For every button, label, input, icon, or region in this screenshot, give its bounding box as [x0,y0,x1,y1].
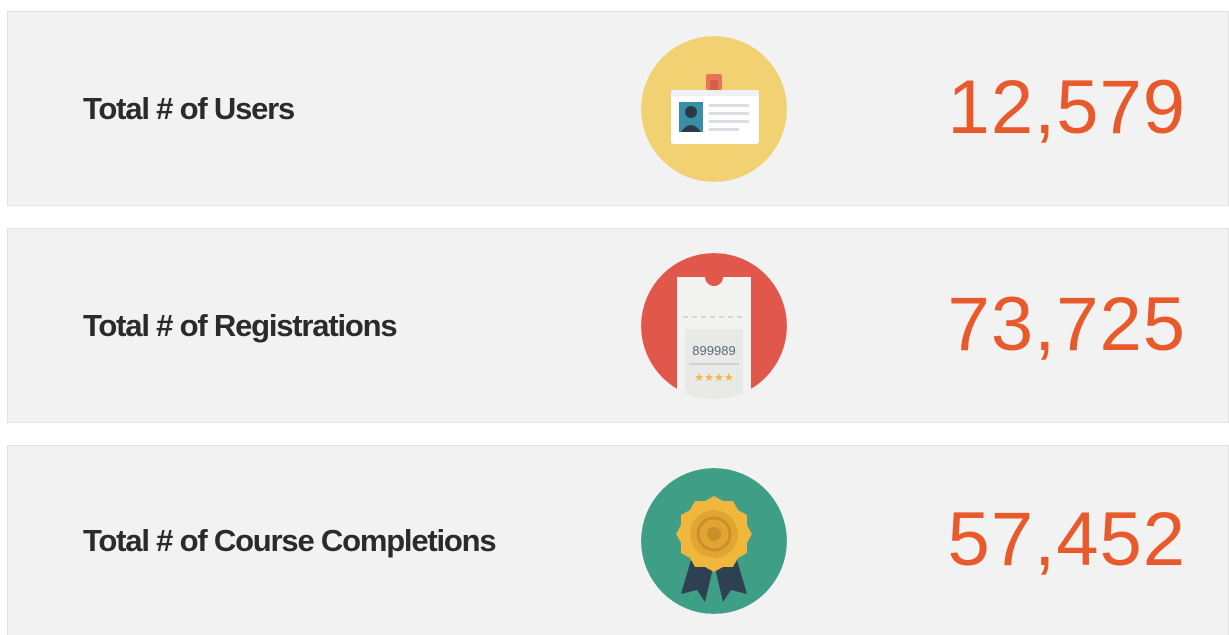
stat-label-registrations: Total # of Registrations [83,307,398,343]
stat-card-registrations: Total # of Registrations 899989 ★★★★ 73,… [7,228,1229,423]
stat-value-users: 12,579 [947,64,1186,150]
stat-card-users: Total # of Users 12,579 [7,11,1229,206]
stat-value-completions: 57,452 [947,496,1186,582]
stat-value-registrations: 73,725 [947,281,1186,367]
stat-label-users: Total # of Users [83,90,295,126]
stats-panel: Total # of Users 12,579 Total # of Regis… [0,0,1229,635]
stat-label-completions: Total # of Course Completions [83,522,497,558]
ticket-icon: 899989 ★★★★ [641,252,787,399]
ticket-number: 899989 [692,343,735,358]
svg-text:★★★★: ★★★★ [694,371,734,384]
award-medal-icon [641,467,787,614]
stat-card-completions: Total # of Course Completions 57,452 [7,445,1229,635]
id-badge-icon [641,35,787,182]
